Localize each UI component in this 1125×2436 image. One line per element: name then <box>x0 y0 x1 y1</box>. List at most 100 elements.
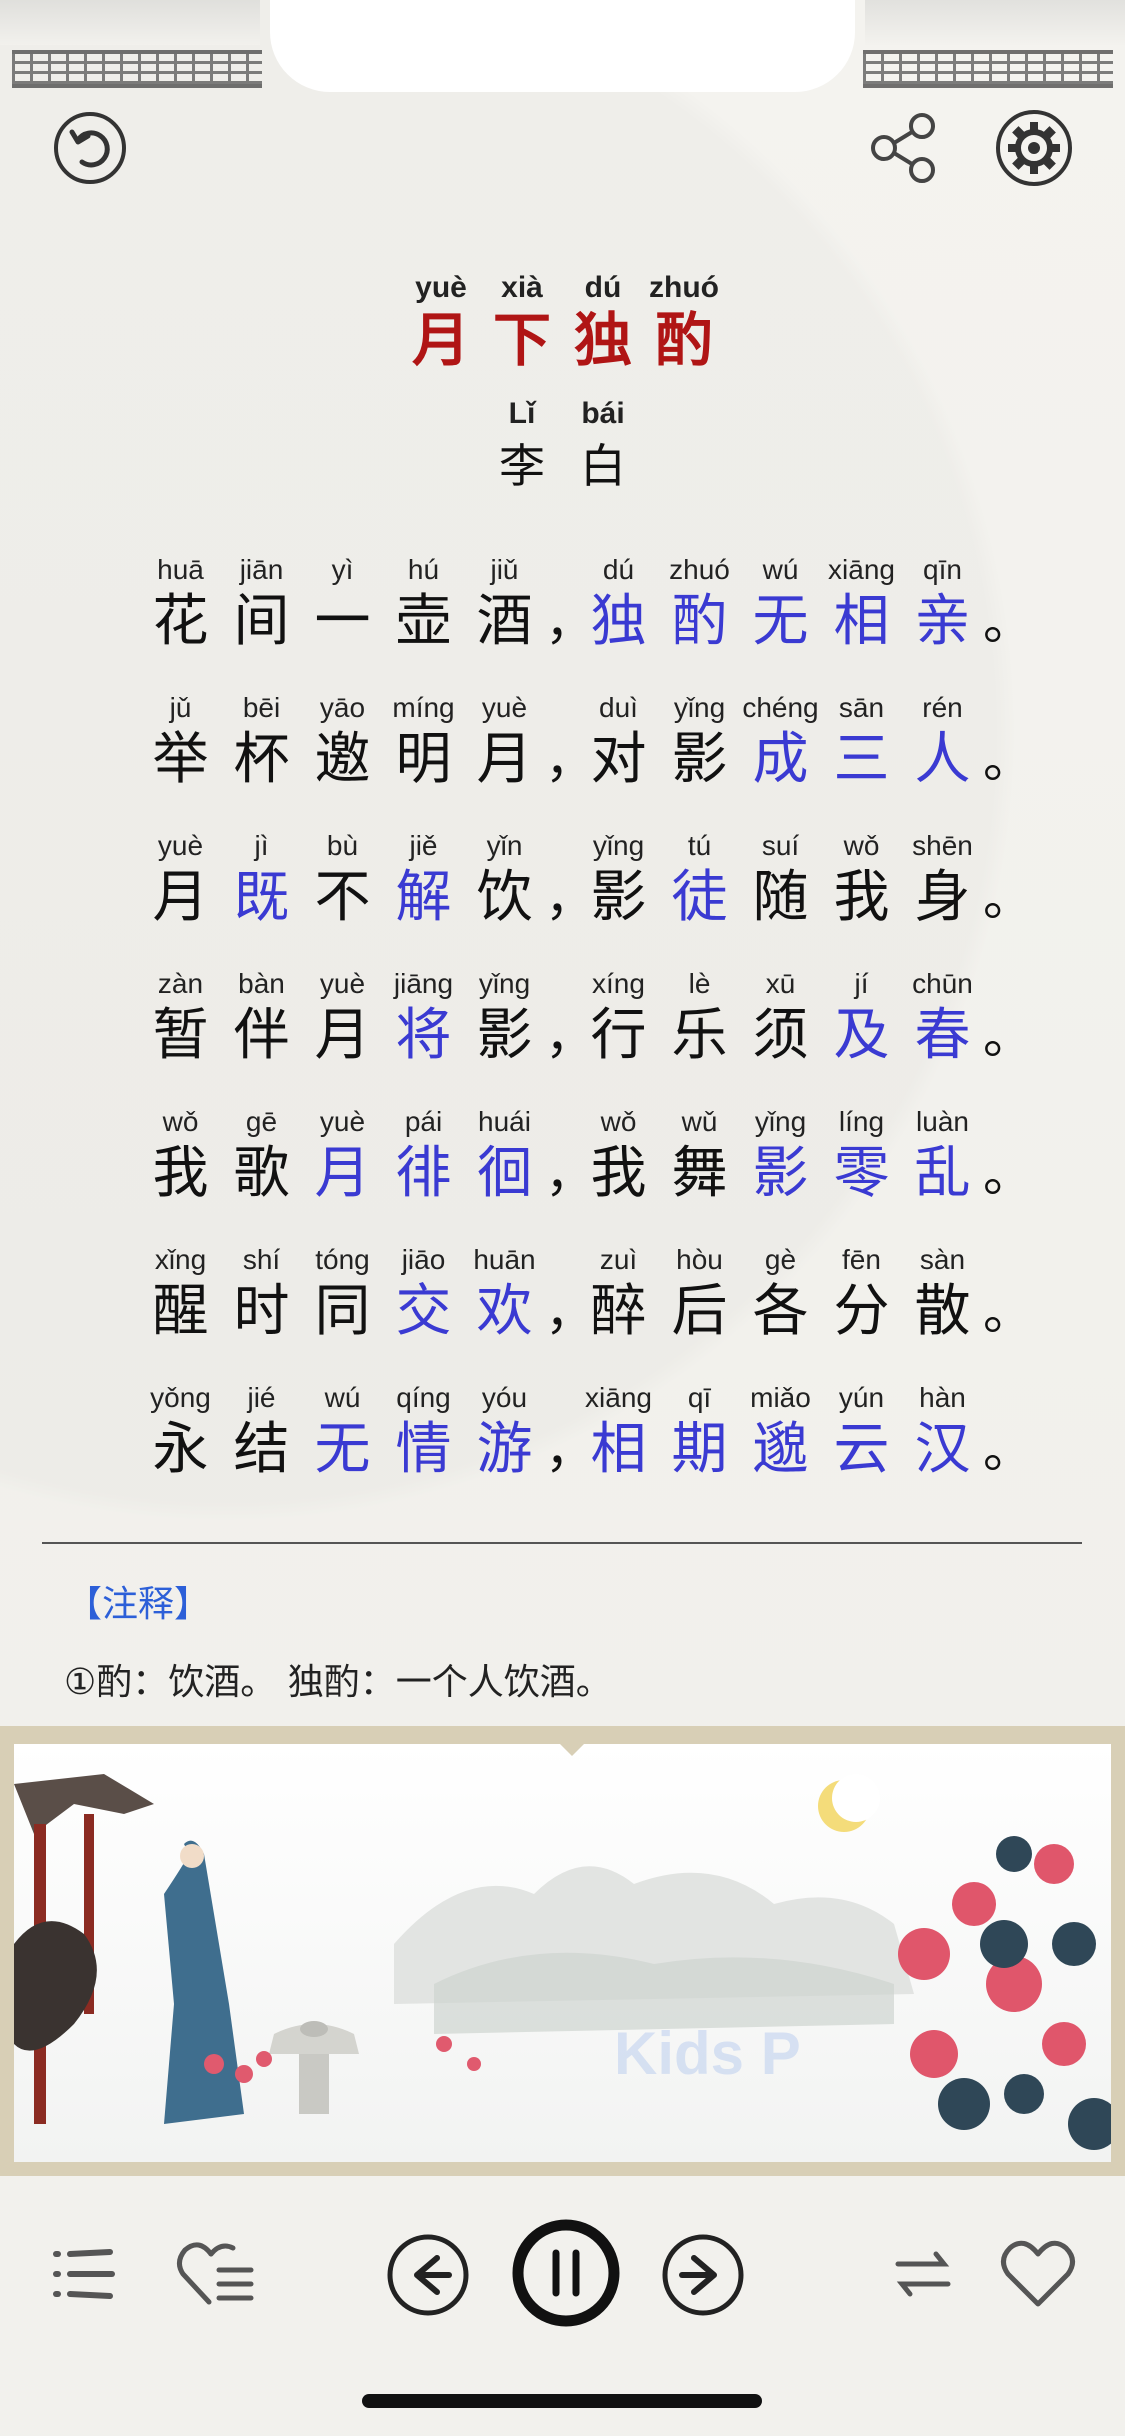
poem-char[interactable]: rén 人 <box>902 690 983 794</box>
poem-char[interactable]: gē 歌 <box>221 1104 302 1208</box>
poem-char[interactable]: hàn 汉 <box>902 1380 983 1484</box>
poem-char[interactable]: huān 欢 <box>464 1242 545 1346</box>
illustration[interactable]: Kids P <box>14 1744 1111 2162</box>
previous-button[interactable] <box>385 2232 471 2318</box>
poem-char[interactable]: jiǔ 酒 <box>464 552 545 656</box>
hanzi: 情 <box>395 1417 452 1482</box>
poem-char[interactable]: yǐng 影 <box>740 1104 821 1208</box>
punctuation: 。 <box>983 828 1033 932</box>
notes-heading: 【注释】 <box>66 1584 211 1625</box>
poem-char[interactable]: hòu 后 <box>659 1242 740 1346</box>
pinyin: hàn <box>919 1382 966 1413</box>
hanzi: 成 <box>752 727 809 792</box>
poem-char[interactable]: jí 及 <box>821 966 902 1070</box>
poem-char[interactable]: shēn 身 <box>902 828 983 932</box>
hanzi: 春 <box>914 1003 971 1068</box>
poem-char[interactable]: jì 既 <box>221 828 302 932</box>
poem-char[interactable]: xiāng 相 <box>821 552 902 656</box>
share-button[interactable] <box>868 110 938 186</box>
poem-char[interactable]: wǒ 我 <box>578 1104 659 1208</box>
poem-char[interactable]: zàn 暂 <box>140 966 221 1070</box>
poem-char[interactable]: duì 对 <box>578 690 659 794</box>
pinyin: qī <box>687 1382 712 1413</box>
poem-char[interactable]: fēn 分 <box>821 1242 902 1346</box>
poem-char[interactable]: chéng 成 <box>740 690 821 794</box>
poem-char[interactable]: jiāo 交 <box>383 1242 464 1346</box>
poem-char[interactable]: bēi 杯 <box>221 690 302 794</box>
poem-char[interactable]: yuè 月 <box>464 690 545 794</box>
poem-char[interactable]: yún 云 <box>821 1380 902 1484</box>
punctuation-spacer <box>545 1380 578 1416</box>
poem-char[interactable]: luàn 乱 <box>902 1104 983 1208</box>
poem-char[interactable]: wǒ 我 <box>140 1104 221 1208</box>
favorites-list-button[interactable] <box>175 2238 255 2310</box>
poem-char[interactable]: tú 徒 <box>659 828 740 932</box>
poem-char[interactable]: miǎo 邈 <box>740 1380 821 1484</box>
hanzi: 明 <box>395 727 452 792</box>
poem-char[interactable]: xū 须 <box>740 966 821 1070</box>
poem-char[interactable]: sàn 散 <box>902 1242 983 1346</box>
poem-char[interactable]: sān 三 <box>821 690 902 794</box>
poem-char[interactable]: xíng 行 <box>578 966 659 1070</box>
poem-char[interactable]: chūn 春 <box>902 966 983 1070</box>
next-button[interactable] <box>660 2232 746 2318</box>
poem-char[interactable]: wǒ 我 <box>821 828 902 932</box>
poem-char[interactable]: xiāng 相 <box>578 1380 659 1484</box>
poem-char[interactable]: wú 无 <box>740 552 821 656</box>
playlist-button[interactable] <box>48 2238 120 2310</box>
poem-char[interactable]: qī 期 <box>659 1380 740 1484</box>
play-mode-button[interactable] <box>890 2240 956 2306</box>
poem-char[interactable]: míng 明 <box>383 690 464 794</box>
poem-char[interactable]: tóng 同 <box>302 1242 383 1346</box>
poem-char[interactable]: yǐng 影 <box>464 966 545 1070</box>
pinyin: huān <box>473 1244 536 1275</box>
poem-char[interactable]: yuè 月 <box>302 1104 383 1208</box>
poem-char[interactable]: dú 独 <box>578 552 659 656</box>
poem-char[interactable]: bàn 伴 <box>221 966 302 1070</box>
pinyin: yǐng <box>754 1106 807 1137</box>
poem-char[interactable]: yǒng 永 <box>140 1380 221 1484</box>
poem-char[interactable]: jié 结 <box>221 1380 302 1484</box>
poem-char[interactable]: hú 壶 <box>383 552 464 656</box>
back-button[interactable] <box>52 110 128 186</box>
poem-char[interactable]: wú 无 <box>302 1380 383 1484</box>
poem-char[interactable]: suí 随 <box>740 828 821 932</box>
hanzi: 同 <box>314 1279 371 1344</box>
poem-char[interactable]: qīn 亲 <box>902 552 983 656</box>
poem-char[interactable]: yǐn 饮 <box>464 828 545 932</box>
poem-char[interactable]: yóu 游 <box>464 1380 545 1484</box>
poem-char[interactable]: huái 徊 <box>464 1104 545 1208</box>
poem-char[interactable]: yuè 月 <box>140 828 221 932</box>
poem-char[interactable]: jiān 间 <box>221 552 302 656</box>
hanzi: 影 <box>752 1141 809 1206</box>
poem-char[interactable]: yǐng 影 <box>659 690 740 794</box>
poem-char[interactable]: gè 各 <box>740 1242 821 1346</box>
favorite-button[interactable] <box>998 2238 1078 2310</box>
poem-char[interactable]: xǐng 醒 <box>140 1242 221 1346</box>
poem-char[interactable]: jiě 解 <box>383 828 464 932</box>
settings-button[interactable] <box>994 108 1074 188</box>
pinyin: yì <box>331 554 354 585</box>
punctuation-spacer <box>545 966 578 1002</box>
poem-char[interactable]: jiāng 将 <box>383 966 464 1070</box>
poem-char[interactable]: huā 花 <box>140 552 221 656</box>
poem-char[interactable]: yāo 邀 <box>302 690 383 794</box>
list-icon <box>53 2249 115 2299</box>
poem-char[interactable]: qíng 情 <box>383 1380 464 1484</box>
poem-char[interactable]: jǔ 举 <box>140 690 221 794</box>
pinyin: shēn <box>912 830 973 861</box>
poem-char[interactable]: zhuó 酌 <box>659 552 740 656</box>
poem-char[interactable]: pái 徘 <box>383 1104 464 1208</box>
pause-button[interactable] <box>510 2215 622 2331</box>
poem-char[interactable]: yuè 月 <box>302 966 383 1070</box>
poem-char[interactable]: yì 一 <box>302 552 383 656</box>
pinyin: shí <box>242 1244 281 1275</box>
poem-char[interactable]: lè 乐 <box>659 966 740 1070</box>
poem-char[interactable]: bù 不 <box>302 828 383 932</box>
poem-char[interactable]: wǔ 舞 <box>659 1104 740 1208</box>
pinyin: wǒ <box>843 830 880 861</box>
poem-char[interactable]: yǐng 影 <box>578 828 659 932</box>
poem-char[interactable]: zuì 醉 <box>578 1242 659 1346</box>
poem-char[interactable]: shí 时 <box>221 1242 302 1346</box>
poem-char[interactable]: líng 零 <box>821 1104 902 1208</box>
